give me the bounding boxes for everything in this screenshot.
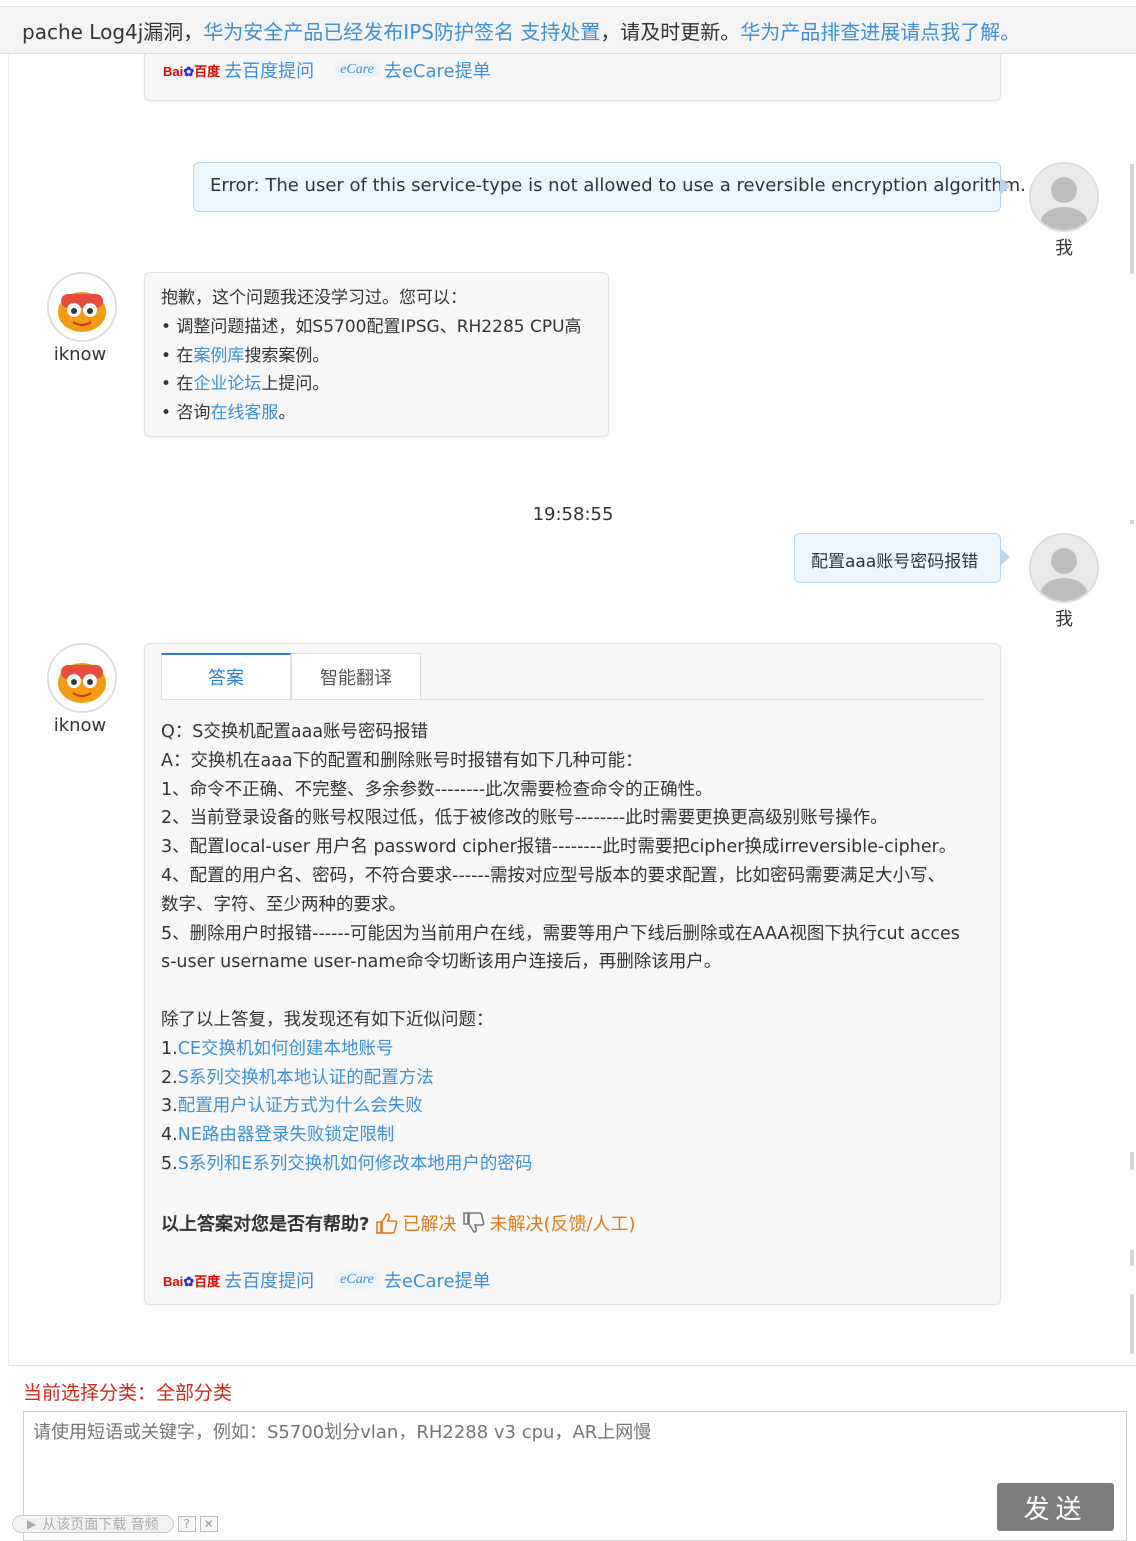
- bot-name-label: iknow: [53, 344, 107, 365]
- answer-line: 4、配置的用户名、密码，不符合要求------需按对应型号版本的要求配置，比如密…: [161, 865, 946, 886]
- feedback-row: 以上答案对您是否有帮助? 已解决 未解决(反馈/人工): [161, 1210, 636, 1236]
- bot-tip-2: • 在案例库搜索案例。: [161, 345, 330, 366]
- user-avatar: [1029, 162, 1099, 232]
- tab-answer[interactable]: 答案: [161, 653, 291, 699]
- answer-body: Q：S交换机配置aaa账号密码报错 A：交换机在aaa下的配置和删除账号时报错有…: [161, 718, 991, 1179]
- scrollbar[interactable]: [1128, 54, 1136, 1530]
- notice-bar: pache Log4j漏洞， 华为安全产品已经发布IPS防护签名 支持处置 ，请…: [0, 6, 1136, 54]
- answer-tabs: 答案 智能翻译: [161, 653, 984, 700]
- user-name-label: 我: [1055, 609, 1073, 630]
- bot-avatar: [47, 643, 117, 713]
- similar-item: 4.NE路由器登录失败锁定限制: [161, 1125, 395, 1146]
- chat-area: Bai✿百度 去百度提问 eCare 去eCare提单 Error: The u…: [8, 54, 1136, 1365]
- similar-link[interactable]: S系列和E系列交换机如何修改本地用户的密码: [178, 1154, 533, 1174]
- similar-item: 1.CE交换机如何创建本地账号: [161, 1038, 394, 1059]
- notice-prefix: pache Log4j漏洞，: [22, 19, 204, 44]
- answer-line: 1、命令不正确、不完整、多余参数--------此次需要检查命令的正确性。: [161, 779, 713, 800]
- bot-answer-message: 答案 智能翻译 Q：S交换机配置aaa账号密码报错 A：交换机在aaa下的配置和…: [144, 643, 1001, 1305]
- user-message-text: Error: The user of this service-type is …: [210, 175, 1026, 196]
- bot-tip-4: • 咨询在线客服。: [161, 403, 296, 424]
- unsolved-button[interactable]: 未解决(反馈/人工): [462, 1210, 636, 1236]
- bot-message: 抱歉，这个问题我还没学习过。您可以： • 调整问题描述，如S5700配置IPSG…: [144, 272, 609, 437]
- robot-icon: [49, 645, 115, 711]
- similar-link[interactable]: 配置用户认证方式为什么会失败: [178, 1096, 423, 1116]
- notice-link-progress[interactable]: 华为产品排查进展请点我了解。: [740, 16, 1020, 45]
- ecare-logo-icon: eCare: [334, 61, 380, 79]
- answer-line: Q：S交换机配置aaa账号密码报错: [161, 722, 429, 742]
- similar-item: 3.配置用户认证方式为什么会失败: [161, 1096, 423, 1117]
- user-message-text: 配置aaa账号密码报错: [811, 552, 979, 572]
- ask-baidu-label[interactable]: 去百度提问: [224, 1267, 314, 1293]
- solved-button[interactable]: 已解决: [375, 1210, 456, 1236]
- user-avatar-icon: [1031, 164, 1097, 230]
- similar-link[interactable]: S系列交换机本地认证的配置方法: [178, 1068, 434, 1088]
- ask-baidu-link[interactable]: Bai✿百度 去百度提问: [163, 1267, 314, 1293]
- ask-ecare-label[interactable]: 去eCare提单: [384, 57, 491, 83]
- message-timestamp: 19:58:55: [532, 504, 614, 525]
- play-icon: ▶: [27, 1517, 37, 1531]
- online-service-link[interactable]: 在线客服: [210, 403, 278, 423]
- user-avatar-icon: [1031, 535, 1097, 601]
- case-library-link[interactable]: 案例库: [193, 346, 244, 366]
- tab-translate[interactable]: 智能翻译: [291, 653, 421, 699]
- user-avatar: [1029, 533, 1099, 603]
- ask-ecare-link[interactable]: eCare 去eCare提单: [334, 1267, 491, 1293]
- ask-bar: Bai✿百度 去百度提问 eCare 去eCare提单: [163, 1267, 491, 1293]
- scrollbar-thumb[interactable]: [1130, 164, 1134, 274]
- bot-tip-3: • 在企业论坛上提问。: [161, 374, 330, 395]
- ecare-logo-icon: eCare: [334, 1271, 380, 1289]
- thumbs-down-icon: [463, 1212, 485, 1233]
- similar-link[interactable]: NE路由器登录失败锁定限制: [178, 1125, 395, 1145]
- notice-middle: ，请及时更新。: [600, 19, 741, 44]
- bot-name-label: iknow: [53, 715, 107, 736]
- similar-link[interactable]: CE交换机如何创建本地账号: [178, 1039, 394, 1059]
- answer-line: A：交换机在aaa下的配置和删除账号时报错有如下几种可能：: [161, 750, 643, 771]
- download-audio-button[interactable]: ▶ 从该页面下载 音频: [12, 1515, 174, 1533]
- category-label[interactable]: 当前选择分类：全部分类: [23, 1378, 232, 1405]
- answer-line: 5、删除用户时报错------可能因为当前用户在线，需要等用户下线后删除或在AA…: [161, 923, 960, 944]
- user-message: Error: The user of this service-type is …: [193, 162, 1026, 212]
- ask-ecare-label[interactable]: 去eCare提单: [384, 1267, 491, 1293]
- ask-baidu-link[interactable]: Bai✿百度 去百度提问: [163, 57, 314, 83]
- feedback-question: 以上答案对您是否有帮助?: [161, 1214, 370, 1235]
- bot-avatar: [47, 272, 117, 342]
- ask-baidu-label[interactable]: 去百度提问: [224, 57, 314, 83]
- bot-tip-1: • 调整问题描述，如S5700配置IPSG、RH2285 CPU高: [161, 316, 582, 337]
- notice-link-ips[interactable]: 华为安全产品已经发布IPS防护签名 支持处置: [203, 16, 600, 45]
- user-message: 配置aaa账号密码报错: [794, 533, 1010, 583]
- bot-bubble-partial: Bai✿百度 去百度提问 eCare 去eCare提单: [144, 54, 1001, 101]
- ask-ecare-link[interactable]: eCare 去eCare提单: [334, 57, 491, 83]
- download-bar: ▶ 从该页面下载 音频 ? ✕: [12, 1515, 218, 1533]
- user-name-label: 我: [1055, 238, 1073, 259]
- thumbs-up-icon: [376, 1213, 398, 1234]
- answer-line: 3、配置local-user 用户名 password cipher报错----…: [161, 837, 957, 858]
- similar-item: 5.S系列和E系列交换机如何修改本地用户的密码: [161, 1153, 533, 1174]
- similar-intro: 除了以上答复，我发现还有如下近似问题：: [161, 1009, 494, 1030]
- send-button[interactable]: 发送: [997, 1483, 1114, 1531]
- answer-line: s-user username user-name命令切断该用户连接后，再删除该…: [161, 952, 722, 973]
- input-area: 当前选择分类：全部分类 发送: [8, 1365, 1136, 1541]
- bot-intro: 抱歉，这个问题我还没学习过。您可以：: [161, 288, 467, 308]
- baidu-logo-icon: Bai✿百度: [163, 1273, 221, 1289]
- answer-line: 数字、字符、至少两种的要求。: [161, 894, 406, 915]
- baidu-logo-icon: Bai✿百度: [163, 63, 221, 79]
- ask-bar: Bai✿百度 去百度提问 eCare 去eCare提单: [163, 57, 491, 83]
- robot-icon: [49, 274, 115, 340]
- similar-item: 2.S系列交换机本地认证的配置方法: [161, 1067, 434, 1088]
- answer-line: 2、当前登录设备的账号权限过低，低于被修改的账号--------此时需要更换更高…: [161, 808, 888, 829]
- forum-link[interactable]: 企业论坛: [193, 374, 261, 394]
